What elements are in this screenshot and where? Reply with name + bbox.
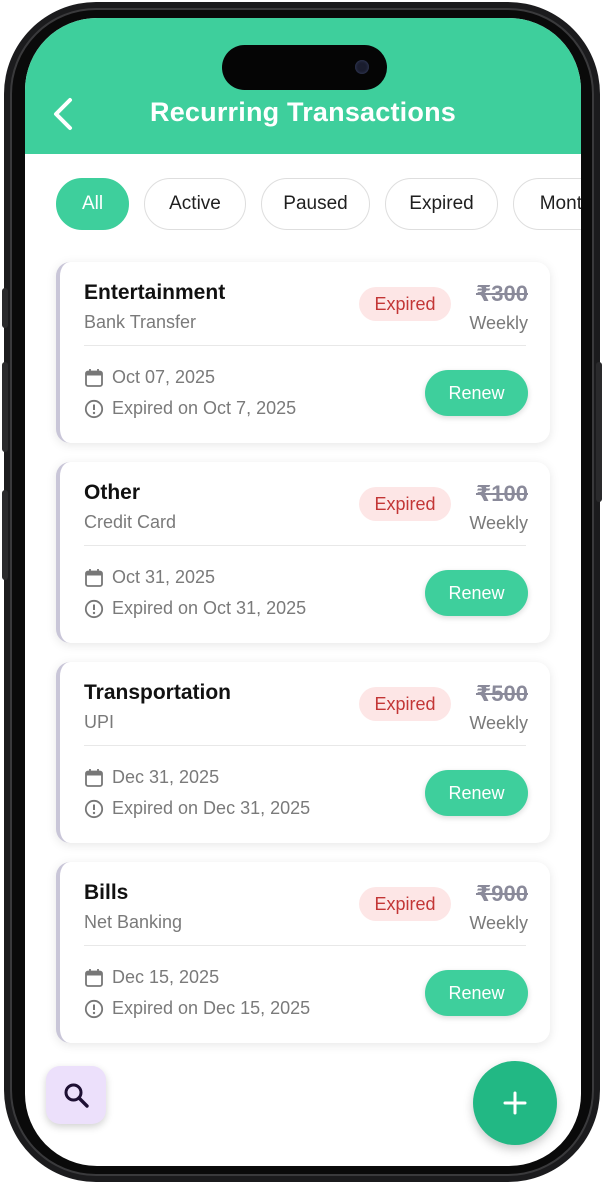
status-badge: Expired xyxy=(359,487,451,521)
filter-chip-active[interactable]: Active xyxy=(144,178,246,230)
transaction-frequency: Weekly xyxy=(469,313,528,333)
calendar-icon xyxy=(84,768,104,788)
transaction-date: Dec 31, 2025 xyxy=(112,767,220,787)
alert-circle-icon xyxy=(84,599,104,619)
expiry-text: Expired on Oct 7, 2025 xyxy=(112,398,297,418)
card-divider xyxy=(84,745,526,746)
status-badge: Expired xyxy=(359,887,451,921)
transaction-frequency: Weekly xyxy=(469,513,528,533)
card-divider xyxy=(84,945,526,946)
date-row: Oct 07, 2025 xyxy=(84,367,215,388)
status-badge: Expired xyxy=(359,687,451,721)
card-divider xyxy=(84,545,526,546)
calendar-icon xyxy=(84,568,104,588)
side-button-silent xyxy=(2,288,8,328)
renew-button[interactable]: Renew xyxy=(425,770,528,816)
transaction-frequency: Weekly xyxy=(469,713,528,733)
filter-chip-all[interactable]: All xyxy=(56,178,129,230)
transaction-amount: ₹900 xyxy=(475,881,528,906)
payment-method: Net Banking xyxy=(84,912,183,932)
dynamic-island xyxy=(222,45,387,90)
filter-chip-expired[interactable]: Expired xyxy=(385,178,498,230)
expiry-row: Expired on Oct 7, 2025 xyxy=(84,398,296,419)
transaction-category: Other xyxy=(84,481,141,504)
transaction-date: Oct 31, 2025 xyxy=(112,567,216,587)
expiry-text: Expired on Dec 15, 2025 xyxy=(112,998,311,1018)
page-title: Recurring Transactions xyxy=(150,97,456,127)
transaction-card[interactable]: Transportation UPI Expired ₹500 Weekly D… xyxy=(56,662,550,843)
expiry-row: Expired on Dec 15, 2025 xyxy=(84,998,310,1019)
search-button[interactable] xyxy=(46,1066,106,1124)
header-bar: Recurring Transactions xyxy=(25,18,581,154)
renew-button[interactable]: Renew xyxy=(425,370,528,416)
transaction-amount: ₹500 xyxy=(475,681,528,706)
transaction-category: Entertainment xyxy=(84,281,226,304)
filter-chip-paused[interactable]: Paused xyxy=(261,178,370,230)
transaction-amount: ₹300 xyxy=(475,281,528,306)
date-row: Dec 15, 2025 xyxy=(84,967,219,988)
transaction-amount: ₹100 xyxy=(475,481,528,506)
side-button-volume-up xyxy=(2,362,8,452)
calendar-icon xyxy=(84,368,104,388)
transaction-date: Oct 07, 2025 xyxy=(112,367,216,387)
renew-button[interactable]: Renew xyxy=(425,970,528,1016)
calendar-icon xyxy=(84,968,104,988)
payment-method: Credit Card xyxy=(84,512,177,532)
expiry-row: Expired on Oct 31, 2025 xyxy=(84,598,306,619)
card-divider xyxy=(84,345,526,346)
transaction-category: Bills xyxy=(84,881,129,904)
filter-chip-monthly[interactable]: Monthly xyxy=(513,178,581,230)
transaction-card[interactable]: Entertainment Bank Transfer Expired ₹300… xyxy=(56,262,550,443)
transaction-category: Transportation xyxy=(84,681,232,704)
alert-circle-icon xyxy=(84,999,104,1019)
plus-icon xyxy=(503,1091,527,1115)
side-button-power xyxy=(596,362,602,502)
filter-chips: All Active Paused Expired Monthly xyxy=(56,178,581,230)
status-badge: Expired xyxy=(359,287,451,321)
alert-circle-icon xyxy=(84,399,104,419)
expiry-text: Expired on Dec 31, 2025 xyxy=(112,798,311,818)
date-row: Oct 31, 2025 xyxy=(84,567,215,588)
add-transaction-button[interactable] xyxy=(473,1061,557,1145)
alert-circle-icon xyxy=(84,799,104,819)
transaction-frequency: Weekly xyxy=(469,913,528,933)
payment-method: UPI xyxy=(84,712,115,732)
app-screen: Recurring Transactions All Active Paused… xyxy=(25,18,581,1166)
expiry-text: Expired on Oct 31, 2025 xyxy=(112,598,307,618)
transaction-card[interactable]: Other Credit Card Expired ₹100 Weekly Oc… xyxy=(56,462,550,643)
side-button-volume-down xyxy=(2,490,8,580)
renew-button[interactable]: Renew xyxy=(425,570,528,616)
transaction-card[interactable]: Bills Net Banking Expired ₹900 Weekly De… xyxy=(56,862,550,1043)
expiry-row: Expired on Dec 31, 2025 xyxy=(84,798,310,819)
search-icon xyxy=(64,1083,89,1108)
camera-icon xyxy=(355,60,369,74)
transaction-date: Dec 15, 2025 xyxy=(112,967,220,987)
payment-method: Bank Transfer xyxy=(84,312,197,332)
date-row: Dec 31, 2025 xyxy=(84,767,219,788)
